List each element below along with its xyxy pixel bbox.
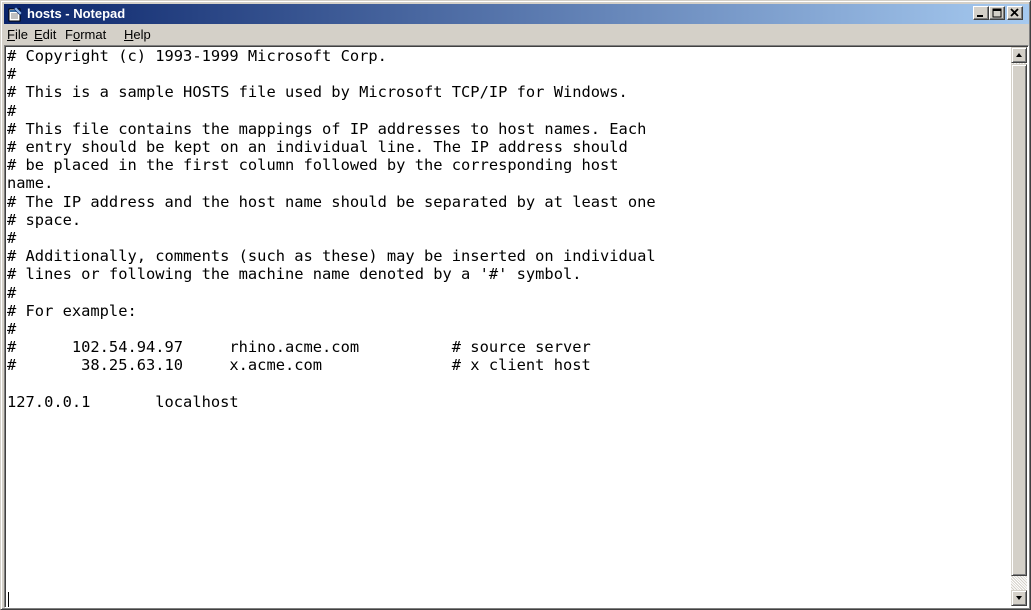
- close-icon: [1010, 8, 1019, 17]
- window-title: hosts - Notepad: [27, 6, 126, 21]
- arrow-down-icon: [1016, 596, 1022, 600]
- menu-format-prefix: F: [65, 27, 73, 42]
- menu-help-label: elp: [133, 27, 151, 42]
- minimize-button[interactable]: [973, 6, 989, 20]
- menu-help-mnemonic: H: [124, 27, 134, 42]
- title-bar[interactable]: hosts - Notepad: [4, 4, 1029, 24]
- menu-help[interactable]: Help: [124, 27, 151, 43]
- maximize-button[interactable]: [989, 6, 1005, 20]
- text-caret: [8, 592, 9, 607]
- menu-format-label: rmat: [80, 27, 107, 42]
- menu-format[interactable]: Format: [65, 27, 106, 43]
- close-button[interactable]: [1007, 6, 1023, 20]
- notepad-window: hosts - Notepad File Edit Format Help # …: [0, 0, 1031, 610]
- notepad-icon[interactable]: [7, 6, 23, 22]
- text-editor[interactable]: # Copyright (c) 1993-1999 Microsoft Corp…: [7, 47, 1003, 606]
- arrow-up-icon: [1016, 53, 1022, 57]
- vertical-scrollbar[interactable]: [1011, 47, 1027, 606]
- menu-file[interactable]: File: [7, 27, 28, 43]
- menu-file-mnemonic: F: [7, 27, 15, 42]
- scrollbar-thumb[interactable]: [1011, 64, 1027, 576]
- menu-file-label: ile: [14, 27, 28, 42]
- menu-edit-label: dit: [42, 27, 57, 42]
- editor-frame: # Copyright (c) 1993-1999 Microsoft Corp…: [4, 45, 1029, 608]
- minimize-icon: [977, 15, 983, 17]
- scroll-down-button[interactable]: [1011, 590, 1027, 606]
- menu-edit-mnemonic: E: [34, 27, 43, 42]
- menu-bar: File Edit Format Help: [4, 25, 1029, 44]
- menu-edit[interactable]: Edit: [34, 27, 56, 43]
- scroll-up-button[interactable]: [1011, 47, 1027, 63]
- maximize-icon: [992, 8, 1002, 18]
